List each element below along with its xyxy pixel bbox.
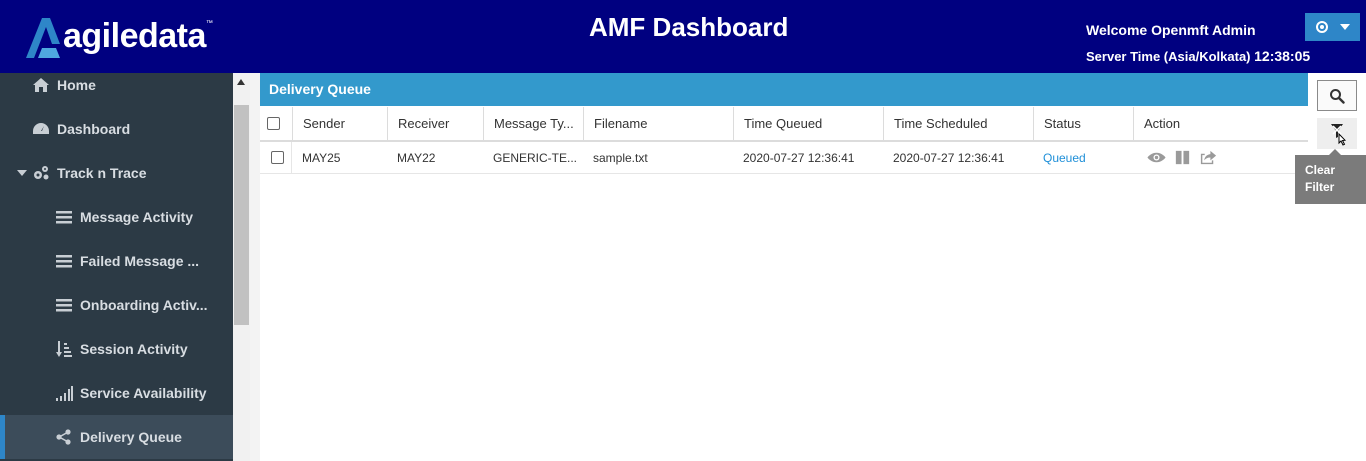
table-row[interactable]: MAY25 MAY22 GENERIC-TE... sample.txt 202… (260, 142, 1308, 174)
share-forward-icon[interactable] (1199, 149, 1218, 166)
server-time-value: 12:38:05 (1254, 48, 1311, 64)
sidebar-item-dashboard[interactable]: Dashboard (0, 107, 233, 151)
scroll-thumb[interactable] (234, 105, 249, 325)
sidebar-scrollbar[interactable] (233, 73, 250, 461)
column-header-status[interactable]: Status (1033, 107, 1133, 140)
cell-filename: sample.txt (593, 150, 648, 165)
column-header-sender[interactable]: Sender (292, 107, 387, 140)
status-badge: Queued (1043, 150, 1086, 165)
tooltip-line-1: Clear (1305, 163, 1336, 177)
panel-title: Delivery Queue (260, 73, 1308, 106)
column-header-receiver[interactable]: Receiver (387, 107, 483, 140)
sidebar-item-message-activity[interactable]: Message Activity (0, 195, 233, 239)
cell-time-queued: 2020-07-27 12:36:41 (743, 150, 855, 165)
sidebar-item-failed-message[interactable]: Failed Message ... (0, 239, 233, 283)
cell-time-scheduled: 2020-07-27 12:36:41 (893, 150, 1005, 165)
sidebar-item-label: Delivery Queue (80, 429, 182, 445)
cell-message-type: GENERIC-TE... (493, 150, 578, 165)
column-header-filename[interactable]: Filename (583, 107, 733, 140)
sidebar-item-label: Dashboard (57, 121, 131, 137)
server-time-label: Server Time (Asia/Kolkata) (1086, 49, 1251, 64)
pause-icon[interactable] (1173, 149, 1192, 166)
eye-icon[interactable] (1147, 149, 1166, 166)
column-header-action[interactable]: Action (1133, 107, 1308, 140)
sidebar-item-label: Home (57, 77, 96, 93)
delivery-queue-table: Sender Receiver Message Ty... Filename T… (260, 107, 1308, 174)
sidebar-item-delivery-queue[interactable]: Delivery Queue (0, 415, 233, 459)
row-checkbox[interactable] (271, 151, 284, 164)
cell-sender: MAY25 (302, 150, 341, 165)
sidebar-item-label: Session Activity (80, 341, 188, 357)
sidebar-item-onboarding-activity[interactable]: Onboarding Activ... (0, 283, 233, 327)
clear-filter-icon (1331, 123, 1347, 146)
agiledata-logo-icon (26, 18, 60, 58)
app-header: agiledata ™ AMF Dashboard Welcome Openmf… (0, 0, 1366, 73)
list-icon (54, 296, 74, 314)
list-icon (54, 208, 74, 226)
row-select-cell (260, 142, 292, 173)
clear-filter-tooltip: Clear Filter (1295, 149, 1366, 204)
server-time: Server Time (Asia/Kolkata) 12:38:05 (1086, 48, 1310, 64)
search-button[interactable] (1317, 80, 1357, 111)
caret-down-icon (17, 170, 27, 176)
content-gutter (250, 73, 260, 461)
column-header-message-type[interactable]: Message Ty... (483, 107, 583, 140)
select-all-cell (260, 107, 292, 140)
user-gear-icon (1315, 21, 1328, 33)
search-icon (1330, 88, 1345, 104)
sidebar-item-label: Track n Trace (57, 165, 147, 181)
brand-logo[interactable]: agiledata ™ (22, 14, 213, 60)
sidebar-item-label: Service Availability (80, 385, 207, 401)
dashboard-icon (31, 120, 51, 138)
sidebar-item-session-activity[interactable]: Session Activity (0, 327, 233, 371)
sidebar: Home Dashboard Track n Trace Message Act… (0, 73, 233, 461)
table-header-row: Sender Receiver Message Ty... Filename T… (260, 107, 1308, 142)
share-icon (54, 428, 74, 446)
welcome-text: Welcome Openmft Admin (1086, 22, 1256, 38)
column-header-time-queued[interactable]: Time Queued (733, 107, 883, 140)
sidebar-item-track-n-trace[interactable]: Track n Trace (0, 151, 233, 195)
sidebar-item-home[interactable]: Home (0, 73, 233, 107)
tooltip-line-2: Filter (1305, 180, 1335, 194)
logo-text: agiledata (63, 16, 206, 55)
page-title: AMF Dashboard (589, 12, 789, 42)
sidebar-item-label: Failed Message ... (80, 253, 200, 269)
row-actions (1133, 142, 1308, 173)
home-icon (31, 76, 51, 94)
sidebar-item-label: Onboarding Activ... (80, 297, 208, 313)
user-menu-button[interactable] (1305, 13, 1360, 41)
sidebar-item-service-availability[interactable]: Service Availability (0, 371, 233, 415)
sidebar-item-label: Message Activity (80, 209, 194, 225)
scroll-up-arrow-icon[interactable] (237, 79, 245, 85)
logo-trademark: ™ (205, 20, 213, 27)
column-header-time-scheduled[interactable]: Time Scheduled (883, 107, 1033, 140)
cell-receiver: MAY22 (397, 150, 436, 165)
list-icon (54, 252, 74, 270)
clear-filter-button[interactable] (1317, 118, 1357, 149)
select-all-checkbox[interactable] (267, 117, 280, 130)
signal-icon (54, 384, 74, 402)
sort-icon (54, 340, 74, 358)
gears-icon (31, 164, 51, 182)
chevron-down-icon (1339, 24, 1350, 30)
